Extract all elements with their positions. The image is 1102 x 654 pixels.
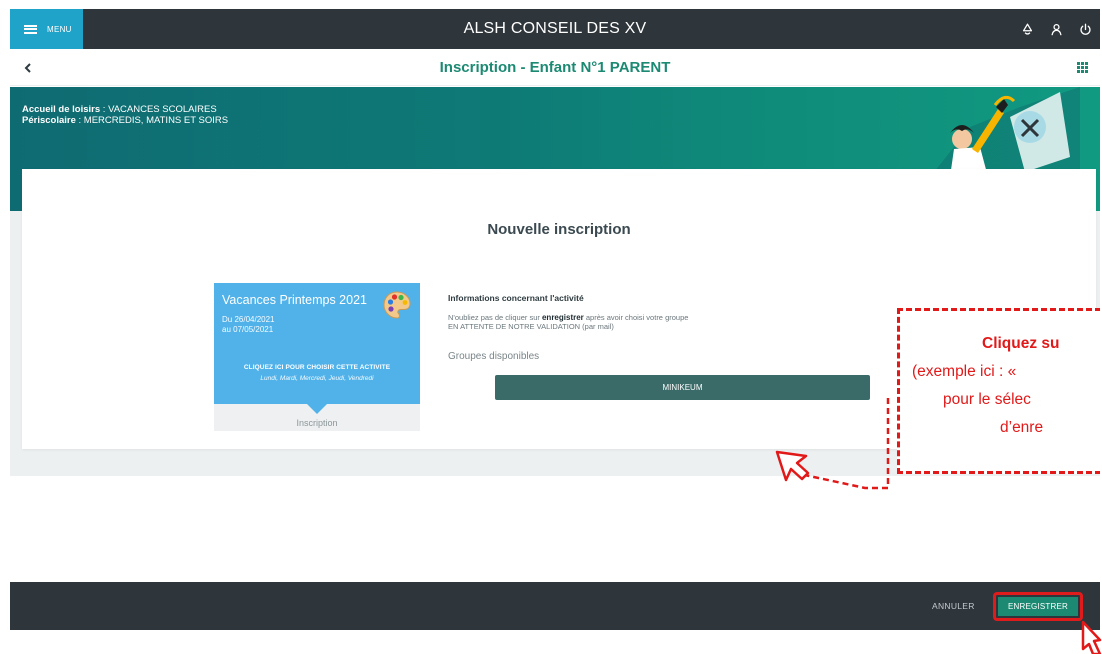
activity-footer-label: Inscription [296, 418, 338, 428]
activity-dates: Du 26/04/2021 au 07/05/2021 [222, 315, 275, 335]
activity-cta[interactable]: CLIQUEZ ICI POUR CHOISIR CETTE ACTIVITE [214, 364, 420, 371]
groups-label: Groupes disponibles [448, 351, 540, 362]
activity-date-from: Du 26/04/2021 [222, 315, 275, 324]
activity-days: Lundi, Mardi, Mercredi, Jeudi, Vendredi [260, 375, 374, 382]
tile-pointer-arrow [307, 404, 327, 414]
activity-name: Vacances Printemps 2021 [222, 293, 367, 307]
top-icons [1013, 9, 1100, 49]
footer-bar: ANNULER ENREGISTRER [10, 582, 1100, 630]
banner-accueil: Accueil de loisirs : VACANCES SCOLAIRES [22, 104, 217, 115]
power-icon[interactable] [1071, 9, 1100, 49]
banner-periscolaire: Périscolaire : MERCREDIS, MATINS ET SOIR… [22, 115, 229, 126]
card-title: Nouvelle inscription [487, 221, 631, 238]
info-line-2: EN ATTENTE DE NOTRE VALIDATION (par mail… [448, 322, 614, 331]
page-title: Inscription - Enfant N°1 PARENT [439, 59, 671, 76]
bell-icon[interactable] [1013, 9, 1042, 49]
app-window: MENU ALSH CONSEIL DES XV Inscription - E… [10, 9, 1100, 639]
palette-icon [383, 291, 411, 319]
info-title: Informations concernant l'activité [448, 293, 584, 303]
grid-icon[interactable] [1077, 62, 1088, 73]
cancel-button[interactable]: ANNULER [932, 582, 975, 630]
callout-line-1: Cliquez su [982, 335, 1060, 352]
activity-date-to: au 07/05/2021 [222, 325, 274, 334]
top-bar: MENU ALSH CONSEIL DES XV [10, 9, 1100, 49]
info-line-1: N'oubliez pas de cliquer sur enregistrer… [448, 313, 689, 322]
group-button-minikeum[interactable]: MINIKEUM [495, 375, 870, 400]
save-highlight-box: ENREGISTRER [993, 592, 1083, 621]
activity-tile[interactable]: Vacances Printemps 2021 Du 26/04/2021 au… [214, 283, 420, 431]
app-title: ALSH CONSEIL DES XV [463, 20, 647, 37]
user-icon[interactable] [1042, 9, 1071, 49]
painter-illustration [930, 87, 1080, 177]
callout-line-2: (exemple ici : « [912, 363, 1017, 380]
callout-line-4: d’enre [1000, 419, 1044, 436]
activity-tile-body: Vacances Printemps 2021 Du 26/04/2021 au… [214, 283, 420, 404]
save-button[interactable]: ENREGISTRER [998, 597, 1078, 616]
callout-line-3: pour le sélec [943, 391, 1031, 408]
instruction-callout: Cliquez su (exemple ici : « pour le séle… [897, 308, 1100, 474]
sub-header: Inscription - Enfant N°1 PARENT [10, 49, 1100, 86]
